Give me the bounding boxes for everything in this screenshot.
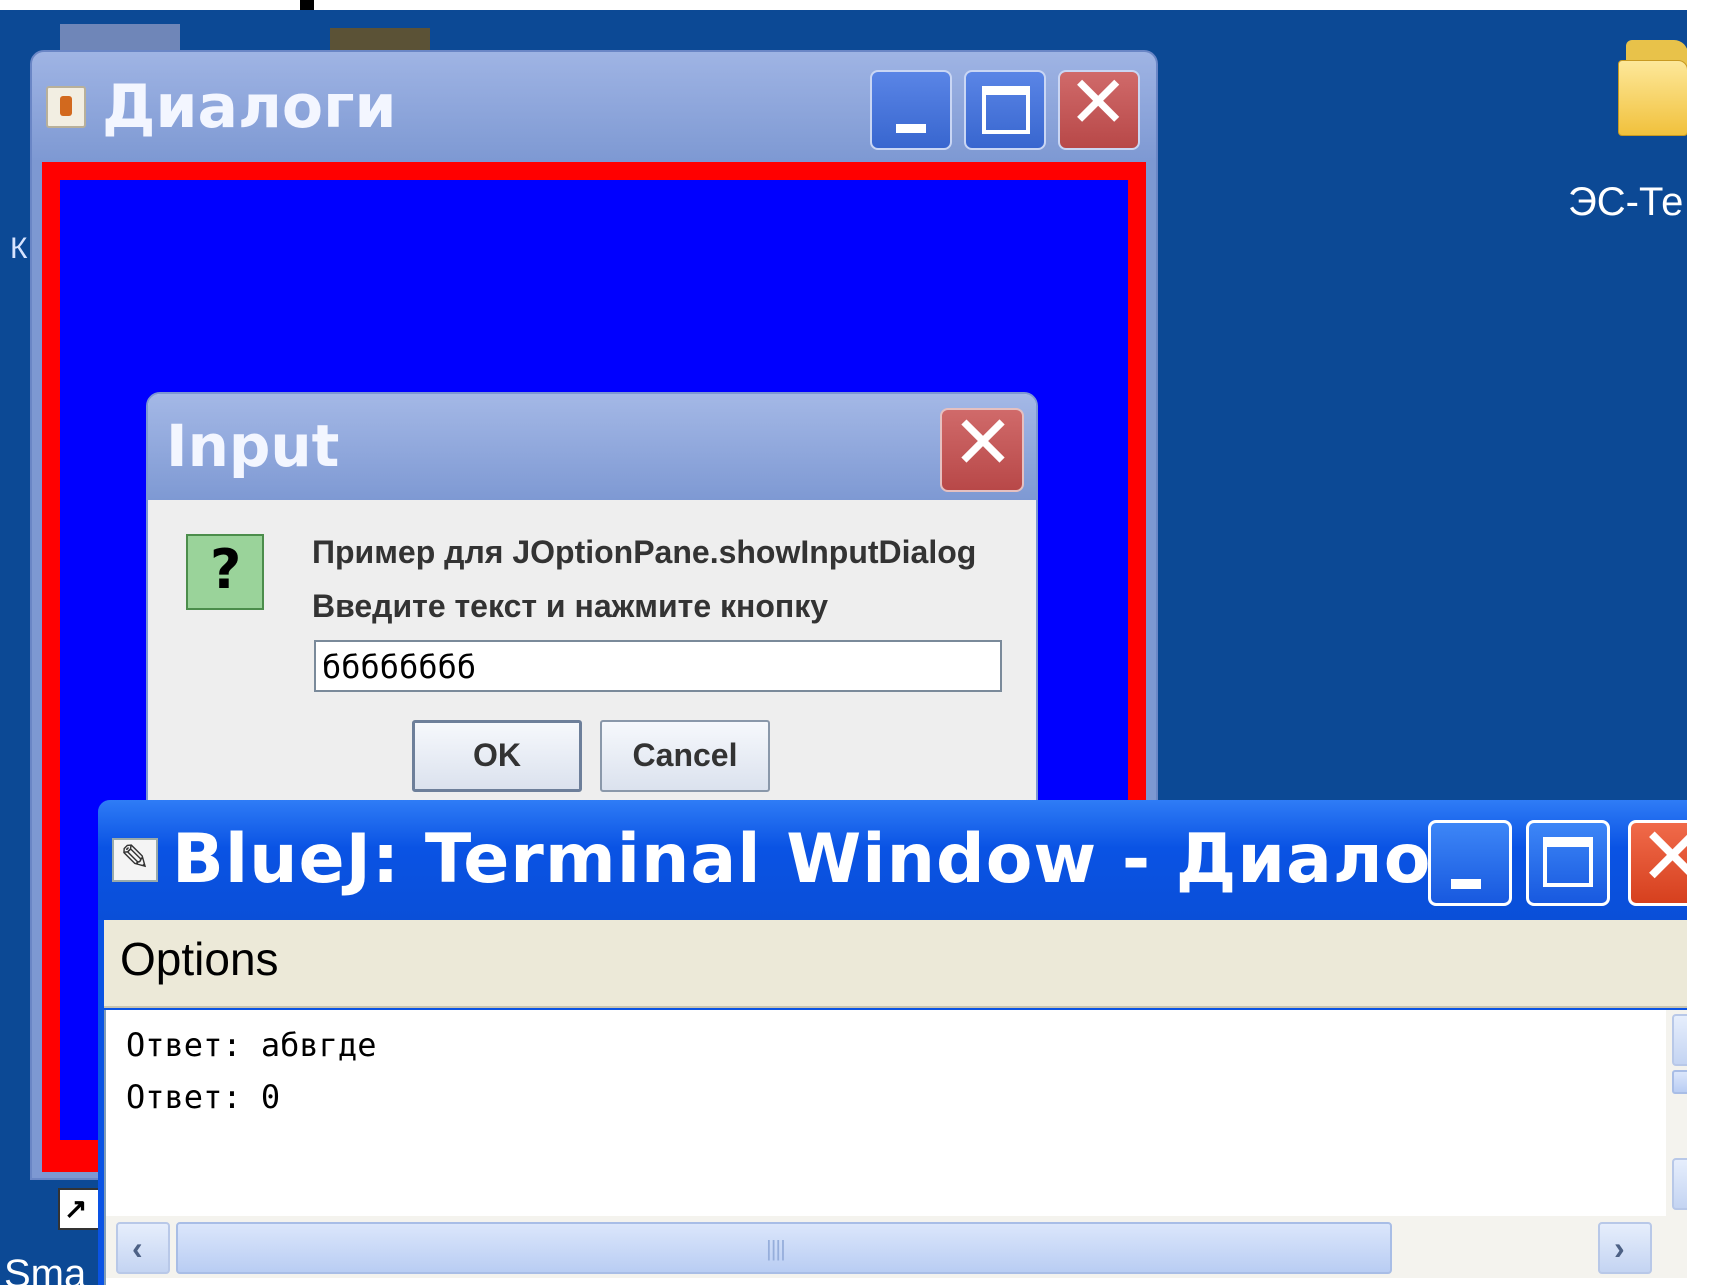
bluej-app-icon[interactable]: ✎ [112, 838, 158, 882]
terminal-menubar: Options [104, 920, 1687, 1008]
dialogs-close-button[interactable]: ✕ [1058, 66, 1140, 150]
terminal-window: ✎ BlueJ: Terminal Window - Диалоги 1 ✕ O… [98, 800, 1687, 1285]
horizontal-scrollbar[interactable]: ‹ |||| › [106, 1216, 1687, 1278]
input-text-field[interactable]: бббббббб [314, 640, 1002, 692]
desktop-folder-label[interactable]: ЭС-Те [1568, 180, 1683, 225]
minimize-icon [896, 124, 926, 133]
folder-front [1618, 60, 1687, 136]
top-mark [300, 0, 314, 10]
terminal-minimize-button[interactable] [1428, 820, 1512, 906]
dialogs-minimize-button[interactable] [870, 70, 952, 150]
input-message-line2: Введите текст и нажмите кнопку [312, 588, 829, 624]
input-dialog: Input ✕ ? Пример для JOptionPane.showInp… [146, 392, 1038, 812]
minimize-icon [1451, 879, 1481, 889]
desktop-shortcut-label[interactable]: Sma [4, 1252, 86, 1285]
maximize-icon [982, 86, 1030, 134]
close-icon: ✕ [1639, 810, 1687, 903]
input-message-line1: Пример для JOptionPane.showInputDialog [312, 534, 977, 570]
dialogs-maximize-button[interactable] [964, 70, 1046, 150]
dialogs-titlebar[interactable]: Диалоги ✕ [32, 52, 1156, 160]
java-app-icon[interactable] [46, 86, 86, 128]
input-close-button[interactable]: ✕ [940, 400, 1024, 492]
desktop-folder-icon[interactable] [1618, 32, 1687, 142]
shortcut-arrow-icon[interactable]: ↗ [58, 1188, 100, 1230]
chevron-left-icon: ‹ [132, 1230, 143, 1266]
ok-button[interactable]: OK [412, 720, 582, 792]
menu-options[interactable]: Options [120, 932, 279, 986]
scroll-right-button[interactable]: › [1598, 1222, 1652, 1274]
scroll-left-button[interactable]: ‹ [116, 1222, 170, 1274]
horizontal-scroll-thumb[interactable]: |||| [176, 1222, 1392, 1274]
top-strip [0, 0, 1726, 10]
right-strip [1687, 0, 1726, 1285]
cancel-button[interactable]: Cancel [600, 720, 770, 792]
vertical-scroll-thumb[interactable] [1672, 1070, 1687, 1094]
vertical-scrollbar[interactable]: ⌃ ⌄ [1666, 1010, 1687, 1216]
terminal-maximize-button[interactable] [1526, 820, 1610, 906]
terminal-window-title: BlueJ: Terminal Window - Диалоги 1 [172, 820, 1590, 899]
input-dialog-titlebar[interactable]: Input ✕ [148, 394, 1036, 500]
terminal-close-button[interactable]: ✕ [1628, 810, 1687, 906]
scroll-grip-icon: |||| [766, 1236, 786, 1261]
terminal-output-area[interactable]: Ответ: абвгде Ответ: 0 ⌃ ⌄ ‹ |||| › [104, 1010, 1687, 1285]
input-dialog-title: Input [166, 412, 340, 480]
terminal-output-line: Ответ: абвгде [126, 1026, 377, 1064]
dialogs-window-title: Диалоги [102, 72, 397, 142]
terminal-titlebar[interactable]: ✎ BlueJ: Terminal Window - Диалоги 1 ✕ [98, 800, 1687, 920]
terminal-output-line: Ответ: 0 [126, 1078, 281, 1116]
scroll-down-button[interactable]: ⌄ [1672, 1158, 1687, 1210]
maximize-icon [1543, 837, 1593, 887]
close-icon: ✕ [952, 400, 1015, 486]
scroll-up-button[interactable]: ⌃ [1672, 1014, 1687, 1066]
question-icon: ? [186, 534, 264, 610]
desktop-icon-label-left[interactable]: К [10, 232, 27, 266]
chevron-right-icon: › [1614, 1230, 1625, 1266]
desktop: ЭС-Те К ↗ Sma Диалоги ✕ Input ✕ ? Пример… [0, 10, 1687, 1285]
close-icon: ✕ [1068, 60, 1129, 144]
